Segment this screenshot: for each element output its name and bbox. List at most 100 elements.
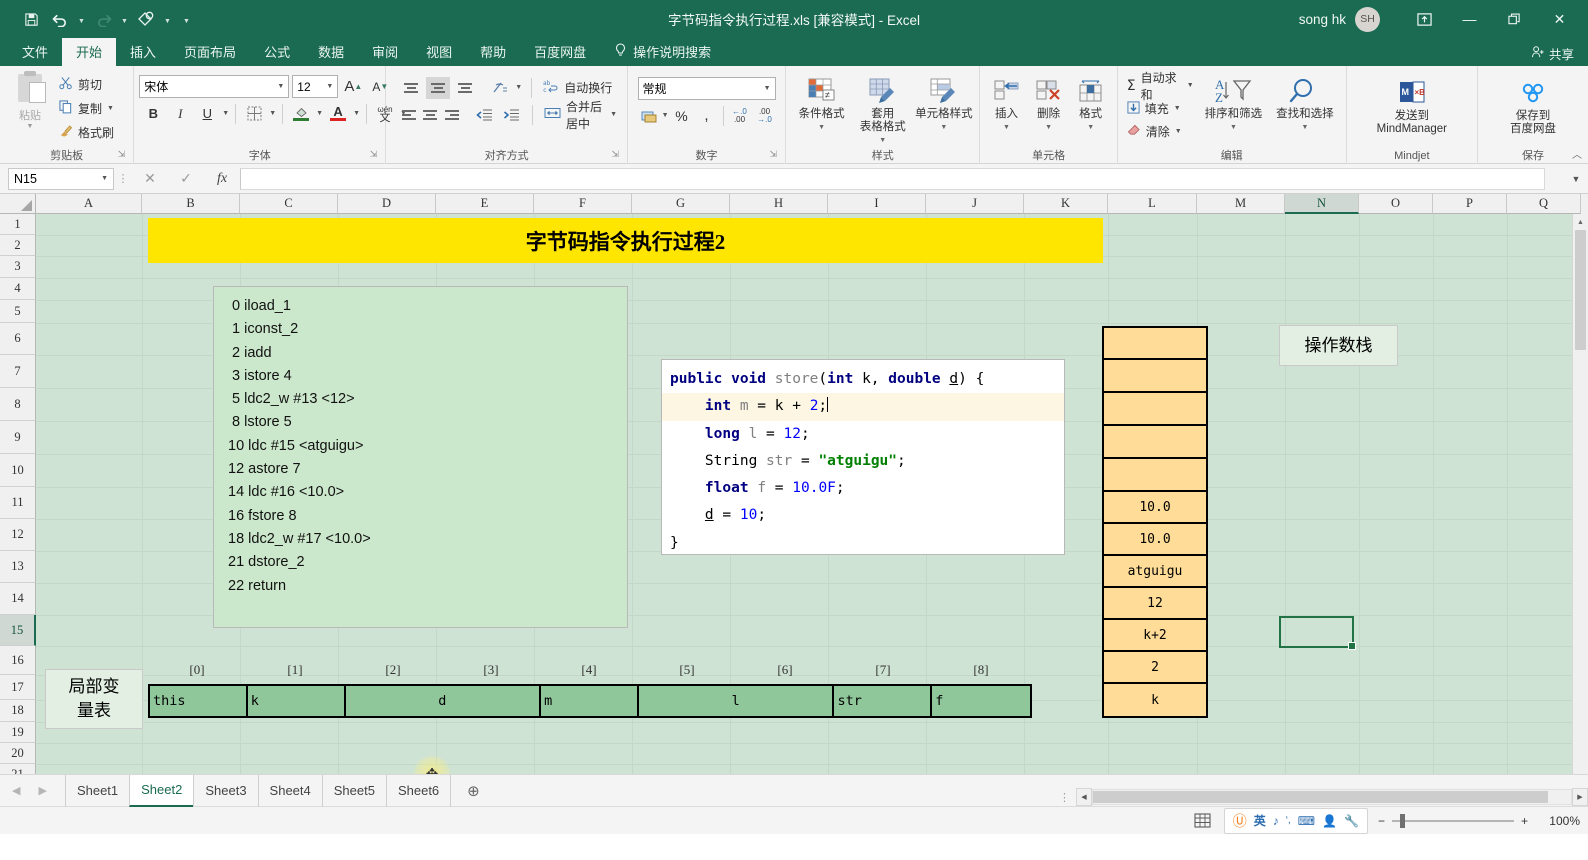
- decrease-indent-button[interactable]: [472, 103, 496, 127]
- paste-button[interactable]: 粘贴 ▼: [5, 70, 55, 130]
- tab-insert[interactable]: 插入: [116, 38, 170, 66]
- row-header-5[interactable]: 5: [0, 300, 36, 323]
- font-color-dropdown-icon[interactable]: ▼: [353, 110, 360, 117]
- fill-color-dropdown-icon[interactable]: ▼: [316, 110, 323, 117]
- zoom-in-button[interactable]: +: [1521, 814, 1528, 828]
- operand-stack-cell[interactable]: atguigu: [1104, 556, 1206, 588]
- local-var-slot-2-3[interactable]: d: [345, 686, 542, 716]
- chevron-down-icon[interactable]: ▼: [277, 83, 284, 90]
- operand-stack-cell[interactable]: [1104, 328, 1206, 360]
- column-header-I[interactable]: I: [828, 194, 926, 214]
- horizontal-scrollbar[interactable]: ⋮ ◀ ▶: [1053, 788, 1588, 806]
- row-header-2[interactable]: 2: [0, 235, 36, 256]
- column-header-B[interactable]: B: [142, 194, 240, 214]
- decrease-decimal-button[interactable]: .00 →.0: [753, 104, 777, 128]
- operand-stack-cell[interactable]: 2: [1104, 652, 1206, 684]
- chevron-down-icon[interactable]: ▼: [326, 83, 333, 90]
- operand-stack-cell[interactable]: k: [1104, 684, 1206, 716]
- local-var-slot-8[interactable]: f: [932, 686, 1030, 716]
- percent-style-button[interactable]: %: [670, 104, 694, 128]
- operand-stack-cell[interactable]: [1104, 459, 1206, 492]
- ime-settings-icon[interactable]: 🔧: [1344, 814, 1359, 828]
- java-code-box[interactable]: public void store(int k, double d) { int…: [661, 359, 1065, 555]
- copy-button[interactable]: 复制 ▼: [55, 97, 118, 120]
- operand-stack[interactable]: 10.0 10.0 atguigu 12 k+2 2 k: [1102, 326, 1208, 718]
- local-var-slot-1[interactable]: k: [247, 686, 346, 716]
- alignment-dialog-launcher[interactable]: ⇲: [612, 146, 620, 162]
- local-variable-table-label[interactable]: 局部变 量表: [45, 669, 143, 729]
- local-var-slot-0[interactable]: this: [150, 686, 248, 716]
- row-header-19[interactable]: 19: [0, 722, 36, 743]
- operand-stack-cell[interactable]: [1104, 360, 1206, 393]
- tab-data[interactable]: 数据: [304, 38, 358, 66]
- chevron-down-icon[interactable]: ▼: [101, 175, 108, 182]
- restore-button[interactable]: [1492, 0, 1537, 38]
- underline-dropdown-icon[interactable]: ▼: [222, 110, 229, 117]
- column-header-M[interactable]: M: [1197, 194, 1285, 214]
- close-button[interactable]: ✕: [1537, 0, 1582, 38]
- sheet-next-icon[interactable]: ▶: [38, 784, 46, 797]
- draw-dropdown-icon[interactable]: ▼: [162, 6, 173, 32]
- name-box[interactable]: N15 ▼: [8, 167, 114, 190]
- wrap-text-button[interactable]: ab c 自动换行: [538, 76, 617, 100]
- font-size-combo[interactable]: 12 ▼: [292, 75, 339, 98]
- font-color-button[interactable]: A: [326, 102, 350, 126]
- row-header-6[interactable]: 6: [0, 323, 36, 355]
- align-bottom-button[interactable]: [453, 77, 477, 99]
- operand-stack-cell[interactable]: [1104, 426, 1206, 459]
- increase-indent-button[interactable]: [499, 103, 523, 127]
- operand-stack-cell[interactable]: 10.0: [1104, 492, 1206, 524]
- row-header-9[interactable]: 9: [0, 421, 36, 454]
- sheet-tab-sheet1[interactable]: Sheet1: [64, 774, 129, 807]
- title-banner[interactable]: 字节码指令执行过程2: [148, 218, 1103, 263]
- add-sheet-icon[interactable]: ⊕: [467, 782, 480, 800]
- align-middle-button[interactable]: [426, 76, 451, 99]
- italic-button[interactable]: I: [168, 102, 192, 126]
- row-header-11[interactable]: 11: [0, 487, 36, 519]
- sheet-tab-sheet5[interactable]: Sheet5: [321, 774, 386, 807]
- local-var-slot-7[interactable]: str: [834, 686, 933, 716]
- ime-mode-label[interactable]: 英: [1254, 812, 1266, 829]
- tab-page-layout[interactable]: 页面布局: [170, 38, 250, 66]
- operand-stack-cell[interactable]: 10.0: [1104, 524, 1206, 556]
- zoom-track[interactable]: [1392, 813, 1514, 828]
- row-header-3[interactable]: 3: [0, 256, 36, 278]
- align-top-button[interactable]: [399, 77, 423, 99]
- column-header-D[interactable]: D: [338, 194, 436, 214]
- font-name-combo[interactable]: 宋体 ▼: [139, 75, 290, 98]
- split-handle[interactable]: ⋮: [1053, 791, 1076, 804]
- row-header-13[interactable]: 13: [0, 551, 36, 583]
- minimize-button[interactable]: —: [1447, 0, 1492, 38]
- row-header-15[interactable]: 15: [0, 615, 36, 646]
- operand-stack-label[interactable]: 操作数栈: [1279, 325, 1398, 366]
- autosum-dropdown-icon[interactable]: ▼: [1187, 82, 1194, 89]
- row-header-7[interactable]: 7: [0, 355, 36, 388]
- horizontal-scroll-track[interactable]: [1092, 789, 1572, 805]
- borders-button[interactable]: [242, 102, 266, 126]
- avatar[interactable]: SH: [1355, 6, 1380, 32]
- column-header-H[interactable]: H: [730, 194, 828, 214]
- sheet-tab-sheet4[interactable]: Sheet4: [257, 774, 322, 807]
- row-header-8[interactable]: 8: [0, 388, 36, 421]
- bold-button[interactable]: B: [141, 102, 165, 126]
- sheet-prev-icon[interactable]: ◀: [12, 784, 20, 797]
- local-var-slot-5-6[interactable]: l: [638, 686, 835, 716]
- ime-punctuation-icon[interactable]: ‘,: [1286, 815, 1291, 826]
- orientation-button[interactable]: [488, 76, 512, 100]
- formula-bar-grip[interactable]: ⋮: [114, 172, 132, 185]
- grow-font-button[interactable]: A ▲: [341, 75, 365, 99]
- column-header-A[interactable]: A: [36, 194, 142, 214]
- row-header-16[interactable]: 16: [0, 646, 36, 675]
- local-var-slot-4[interactable]: m: [541, 686, 639, 716]
- column-header-O[interactable]: O: [1359, 194, 1433, 214]
- chevron-down-icon[interactable]: ▼: [764, 85, 771, 92]
- touch-draw-icon[interactable]: [133, 6, 159, 32]
- column-header-E[interactable]: E: [436, 194, 534, 214]
- operand-stack-cell[interactable]: 12: [1104, 588, 1206, 620]
- customize-qat-icon[interactable]: ▼: [176, 6, 190, 32]
- vertical-scrollbar[interactable]: ▲: [1572, 214, 1588, 774]
- copy-dropdown-icon[interactable]: ▼: [107, 105, 114, 112]
- undo-icon[interactable]: [47, 6, 73, 32]
- tab-home[interactable]: 开始: [62, 38, 117, 66]
- column-header-Q[interactable]: Q: [1507, 194, 1581, 214]
